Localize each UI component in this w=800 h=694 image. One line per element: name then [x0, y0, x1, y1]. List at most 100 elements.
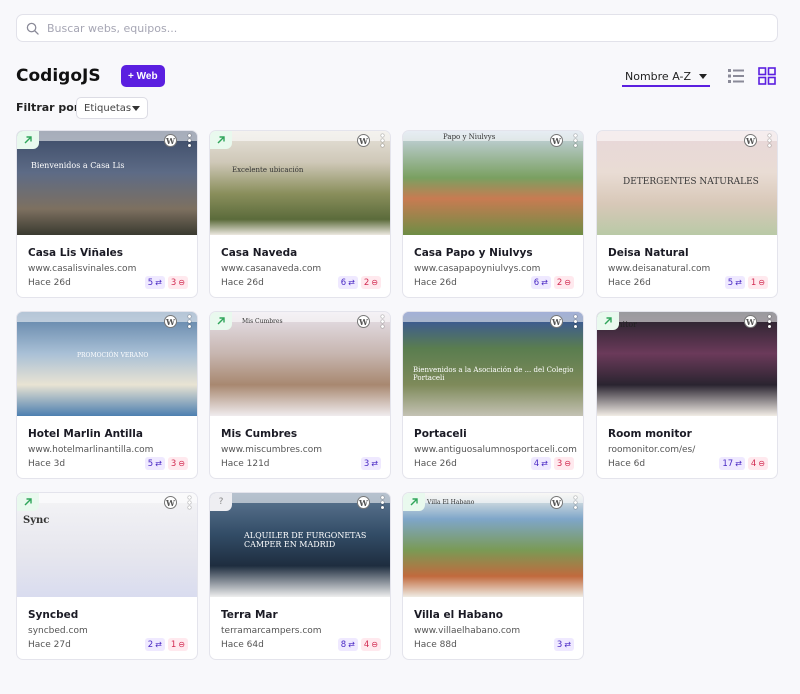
site-thumbnail[interactable]: PROMOCIÓN VERANO W: [17, 312, 197, 416]
site-name[interactable]: Mis Cumbres: [221, 428, 297, 440]
site-card[interactable]: Bienvenidos a Casa Lis W Casa Lis Viñale…: [16, 130, 198, 298]
thumbnail-headline: Bienvenidos a Casa Lis: [31, 161, 125, 170]
site-thumbnail[interactable]: ALQUILER DE FURGONETAS CAMPER EN MADRID …: [210, 493, 390, 597]
open-external-icon[interactable]: [17, 131, 39, 149]
open-external-icon[interactable]: [403, 493, 425, 511]
site-card[interactable]: monitor W Room monitor roomonitor.com/es…: [596, 311, 778, 479]
wordpress-icon: W: [550, 496, 563, 509]
site-thumbnail[interactable]: Excelente ubicación W: [210, 131, 390, 235]
site-name[interactable]: Syncbed: [28, 609, 78, 621]
list-view-icon[interactable]: [727, 67, 745, 85]
site-domain[interactable]: www.hotelmarlinantilla.com: [28, 445, 153, 455]
site-name[interactable]: Villa el Habano: [414, 609, 503, 621]
site-age: Hace 6d: [608, 459, 646, 469]
links-count-badge: 17 ⇄: [719, 457, 745, 470]
site-thumbnail[interactable]: Bienvenidos a la Asociación de ... del C…: [403, 312, 583, 416]
site-thumbnail[interactable]: Sync W: [17, 493, 197, 597]
open-external-icon[interactable]: [597, 312, 619, 330]
site-name[interactable]: Casa Papo y Niulvys: [414, 247, 533, 259]
more-options-icon[interactable]: [187, 496, 191, 509]
site-card[interactable]: Villa El Habano W Villa el Habano www.vi…: [402, 492, 584, 660]
open-external-icon[interactable]: [210, 312, 232, 330]
site-stats: 8 ⇄ 4 ⊖: [337, 638, 381, 651]
site-thumbnail[interactable]: Papo y Niulvys W: [403, 131, 583, 235]
site-domain[interactable]: www.casapapoyniulvys.com: [414, 264, 540, 274]
site-age: Hace 26d: [414, 278, 457, 288]
grid-view-icon[interactable]: [758, 67, 776, 85]
open-external-icon[interactable]: [210, 131, 232, 149]
thumbnail-headline: Excelente ubicación: [232, 166, 304, 174]
links-count: 5: [147, 458, 154, 469]
swap-icon: ⇄: [735, 459, 742, 468]
page-title: CodigoJS: [16, 66, 101, 86]
site-name[interactable]: Casa Naveda: [221, 247, 297, 259]
site-card[interactable]: Sync W Syncbed syncbed.com Hace 27d 2 ⇄ …: [16, 492, 198, 660]
site-domain[interactable]: roomonitor.com/es/: [608, 445, 695, 455]
site-domain[interactable]: terramarcampers.com: [221, 626, 322, 636]
site-domain[interactable]: www.miscumbres.com: [221, 445, 322, 455]
site-domain[interactable]: www.antiguosalumnosportaceli.com: [414, 445, 577, 455]
tags-filter-value: Etiquetas: [84, 102, 132, 114]
site-name[interactable]: Deisa Natural: [608, 247, 689, 259]
unknown-status-icon: ?: [210, 493, 232, 511]
issues-count-badge: 3 ⊖: [167, 276, 188, 289]
site-card[interactable]: Bienvenidos a la Asociación de ... del C…: [402, 311, 584, 479]
more-options-icon[interactable]: [380, 134, 384, 147]
links-count: 17: [722, 458, 734, 469]
site-thumbnail[interactable]: Villa El Habano W: [403, 493, 583, 597]
more-options-icon[interactable]: [187, 315, 191, 328]
swap-icon: ⇄: [735, 278, 742, 287]
site-card[interactable]: DETERGENTES NATURALES W Deisa Natural ww…: [596, 130, 778, 298]
more-options-icon[interactable]: [573, 134, 577, 147]
more-options-icon[interactable]: [380, 315, 384, 328]
sort-dropdown[interactable]: Nombre A-Z: [622, 67, 710, 87]
issues-count-badge: 1 ⊖: [747, 276, 768, 289]
site-name[interactable]: Hotel Marlin Antilla: [28, 428, 143, 440]
open-external-icon[interactable]: [17, 493, 39, 511]
site-name[interactable]: Room monitor: [608, 428, 692, 440]
site-name[interactable]: Portaceli: [414, 428, 467, 440]
alert-circle-icon: ⊖: [178, 278, 185, 287]
site-thumbnail[interactable]: monitor W: [597, 312, 777, 416]
site-card[interactable]: PROMOCIÓN VERANO W Hotel Marlin Antilla …: [16, 311, 198, 479]
more-options-icon[interactable]: [573, 315, 577, 328]
links-count: 5: [147, 277, 154, 288]
wordpress-icon: W: [164, 315, 177, 328]
site-card[interactable]: Excelente ubicación W Casa Naveda www.ca…: [209, 130, 391, 298]
issues-count: 3: [556, 458, 563, 469]
site-name[interactable]: Terra Mar: [221, 609, 278, 621]
more-options-icon[interactable]: [187, 134, 191, 147]
swap-icon: ⇄: [155, 459, 162, 468]
site-thumbnail[interactable]: Mis Cumbres W: [210, 312, 390, 416]
thumbnail-headline: DETERGENTES NATURALES: [623, 177, 759, 187]
wordpress-icon: W: [744, 134, 757, 147]
add-web-button[interactable]: + Web: [121, 65, 165, 87]
site-domain[interactable]: www.casanaveda.com: [221, 264, 321, 274]
site-thumbnail[interactable]: Bienvenidos a Casa Lis W: [17, 131, 197, 235]
site-card[interactable]: Papo y Niulvys W Casa Papo y Niulvys www…: [402, 130, 584, 298]
site-thumbnail[interactable]: DETERGENTES NATURALES W: [597, 131, 777, 235]
site-card[interactable]: Mis Cumbres W Mis Cumbres www.miscumbres…: [209, 311, 391, 479]
issues-count: 2: [363, 277, 370, 288]
issues-count: 1: [750, 277, 757, 288]
search-input[interactable]: [47, 21, 777, 35]
wordpress-icon: W: [357, 134, 370, 147]
site-domain[interactable]: www.deisanatural.com: [608, 264, 710, 274]
site-card[interactable]: ALQUILER DE FURGONETAS CAMPER EN MADRID …: [209, 492, 391, 660]
links-count: 3: [556, 639, 563, 650]
more-options-icon[interactable]: [573, 496, 577, 509]
links-count: 5: [727, 277, 734, 288]
issues-count-badge: 3 ⊖: [167, 457, 188, 470]
site-domain[interactable]: www.casalisvinales.com: [28, 264, 136, 274]
more-options-icon[interactable]: [767, 134, 771, 147]
links-count: 3: [363, 458, 370, 469]
search-bar[interactable]: [16, 14, 778, 42]
more-options-icon[interactable]: [767, 315, 771, 328]
tags-filter-select[interactable]: Etiquetas: [76, 97, 148, 119]
wordpress-icon: W: [357, 315, 370, 328]
site-name[interactable]: Casa Lis Viñales: [28, 247, 123, 259]
site-domain[interactable]: syncbed.com: [28, 626, 88, 636]
more-options-icon[interactable]: [380, 496, 384, 509]
site-domain[interactable]: www.villaelhabano.com: [414, 626, 520, 636]
issues-count: 1: [170, 639, 177, 650]
